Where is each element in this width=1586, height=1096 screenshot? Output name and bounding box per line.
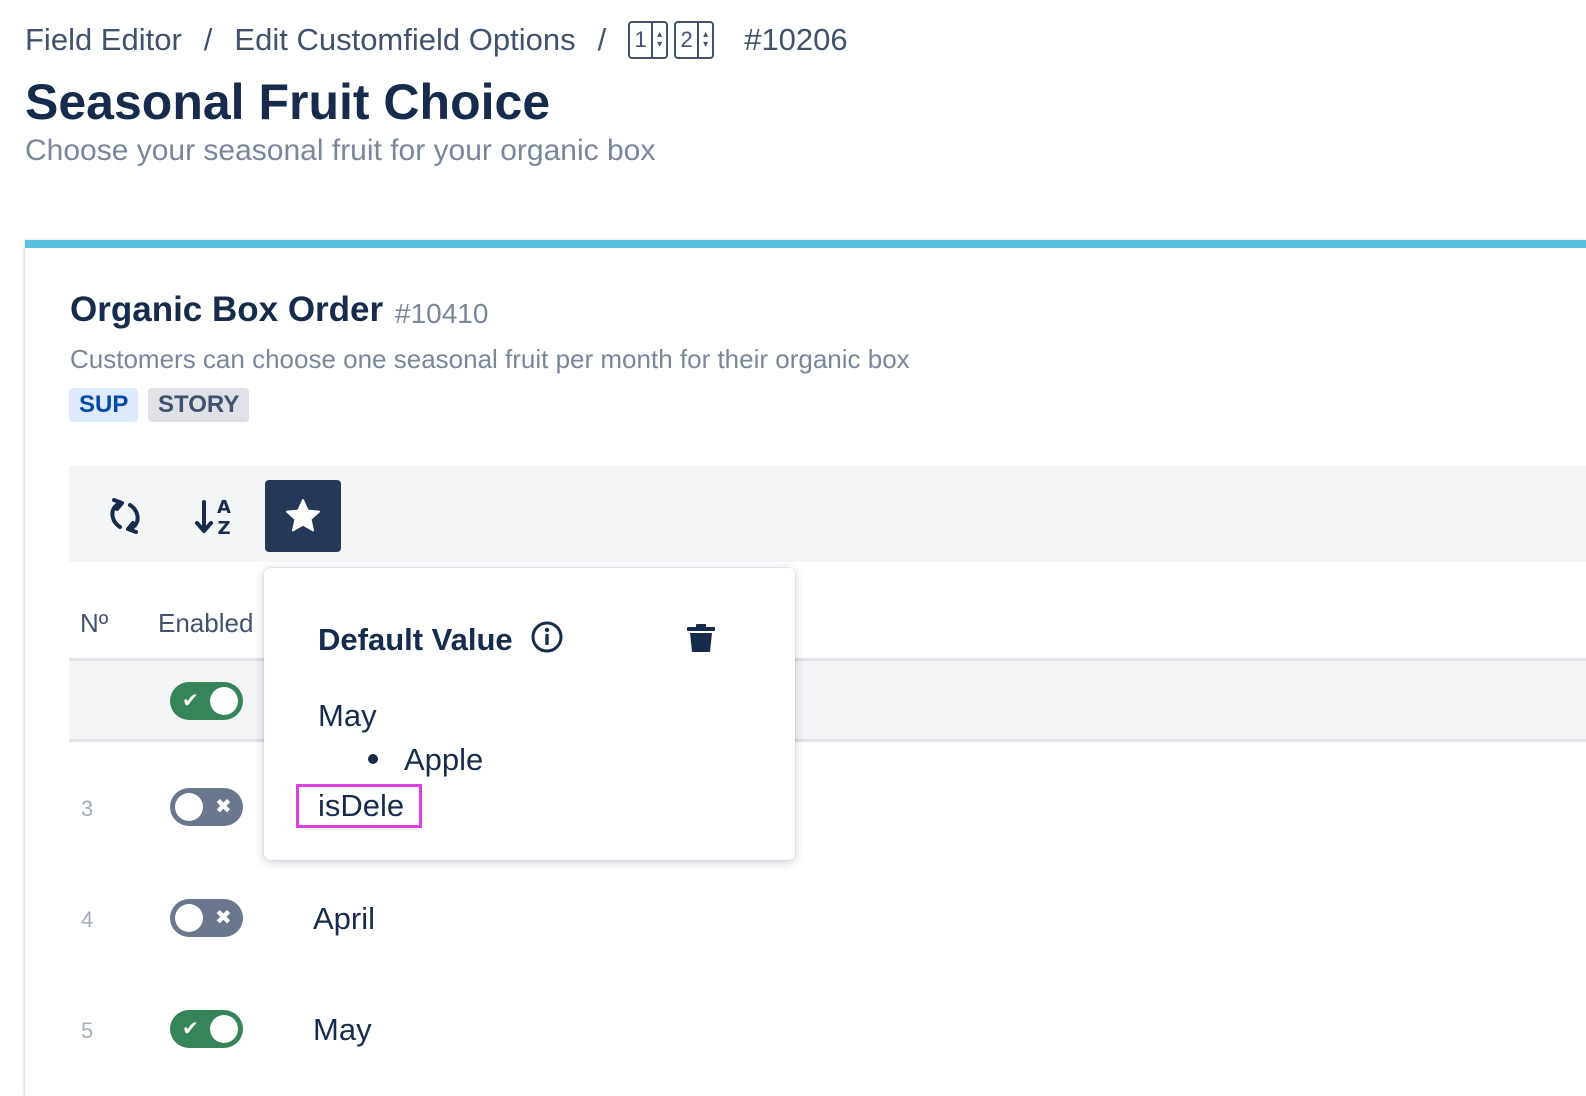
refresh-button[interactable] xyxy=(87,480,163,552)
refresh-icon xyxy=(110,498,140,534)
options-toolbar: A Z xyxy=(69,466,1586,562)
toggle-knob xyxy=(210,687,238,715)
breadcrumb: Field Editor / Edit Customfield Options … xyxy=(25,18,848,62)
breadcrumb-field-editor[interactable]: Field Editor xyxy=(25,22,182,58)
default-value-button[interactable] xyxy=(265,480,341,552)
option-label[interactable]: May xyxy=(313,1012,372,1048)
enabled-toggle[interactable]: ✔ xyxy=(170,682,243,720)
context-stepper-2[interactable]: 2 ▴ ▾ xyxy=(674,21,715,59)
enabled-toggle[interactable]: ✖ xyxy=(170,788,243,826)
breadcrumb-separator: / xyxy=(597,22,607,57)
trash-icon[interactable] xyxy=(684,624,718,654)
toggle-knob xyxy=(175,793,203,821)
stepper-arrows-icon: ▴ ▾ xyxy=(650,23,666,57)
breadcrumb-id: #10206 xyxy=(744,22,848,57)
breadcrumb-separator: / xyxy=(203,22,213,57)
svg-text:Z: Z xyxy=(217,518,230,538)
column-header-enabled: Enabled xyxy=(158,608,254,638)
option-label[interactable]: April xyxy=(313,901,375,937)
svg-text:A: A xyxy=(217,497,231,518)
default-value-item-label: Apple xyxy=(404,742,484,777)
page-subtitle: Choose your seasonal fruit for your orga… xyxy=(25,134,656,167)
bullet-icon xyxy=(368,753,378,764)
enabled-toggle[interactable]: ✖ xyxy=(170,899,243,937)
context-stepper: 1 ▴ ▾ 2 ▴ ▾ xyxy=(628,21,715,59)
context-stepper-1[interactable]: 1 ▴ ▾ xyxy=(628,21,669,59)
default-value-popover: Default Value May Apple isDele xyxy=(264,568,795,860)
cross-icon: ✖ xyxy=(215,796,232,818)
enabled-toggle[interactable]: ✔ xyxy=(170,1010,243,1048)
field-context-card: Organic Box Order #10410 Customers can c… xyxy=(25,240,1586,1096)
toggle-knob xyxy=(210,1015,238,1043)
project-badge: SUP xyxy=(69,388,139,422)
breadcrumb-edit-customfield-options[interactable]: Edit Customfield Options xyxy=(234,22,575,58)
issue-type-badge: STORY xyxy=(148,388,250,422)
page-title: Seasonal Fruit Choice xyxy=(25,74,551,130)
info-icon[interactable] xyxy=(530,620,564,654)
row-number: 4 xyxy=(81,907,94,932)
cross-icon: ✖ xyxy=(215,907,232,929)
sort-alphabetical-button[interactable]: A Z xyxy=(177,480,253,552)
toggle-knob xyxy=(175,904,203,932)
card-title: Organic Box Order xyxy=(70,290,384,329)
check-icon: ✔ xyxy=(182,1018,199,1040)
popover-title: Default Value xyxy=(318,622,513,657)
row-number: 5 xyxy=(81,1018,94,1043)
column-header-number: Nº xyxy=(80,608,109,638)
card-id: #10410 xyxy=(395,298,489,329)
default-value-item: Apple xyxy=(368,742,483,778)
row-number: 3 xyxy=(81,796,94,821)
error-text: isDele xyxy=(318,788,405,823)
star-icon xyxy=(286,499,320,532)
check-icon: ✔ xyxy=(182,690,199,712)
sort-alpha-down-icon: A Z xyxy=(195,497,231,538)
default-value-month: May xyxy=(318,698,377,733)
stepper-arrows-icon: ▴ ▾ xyxy=(696,23,712,57)
card-description: Customers can choose one seasonal fruit … xyxy=(70,344,910,374)
